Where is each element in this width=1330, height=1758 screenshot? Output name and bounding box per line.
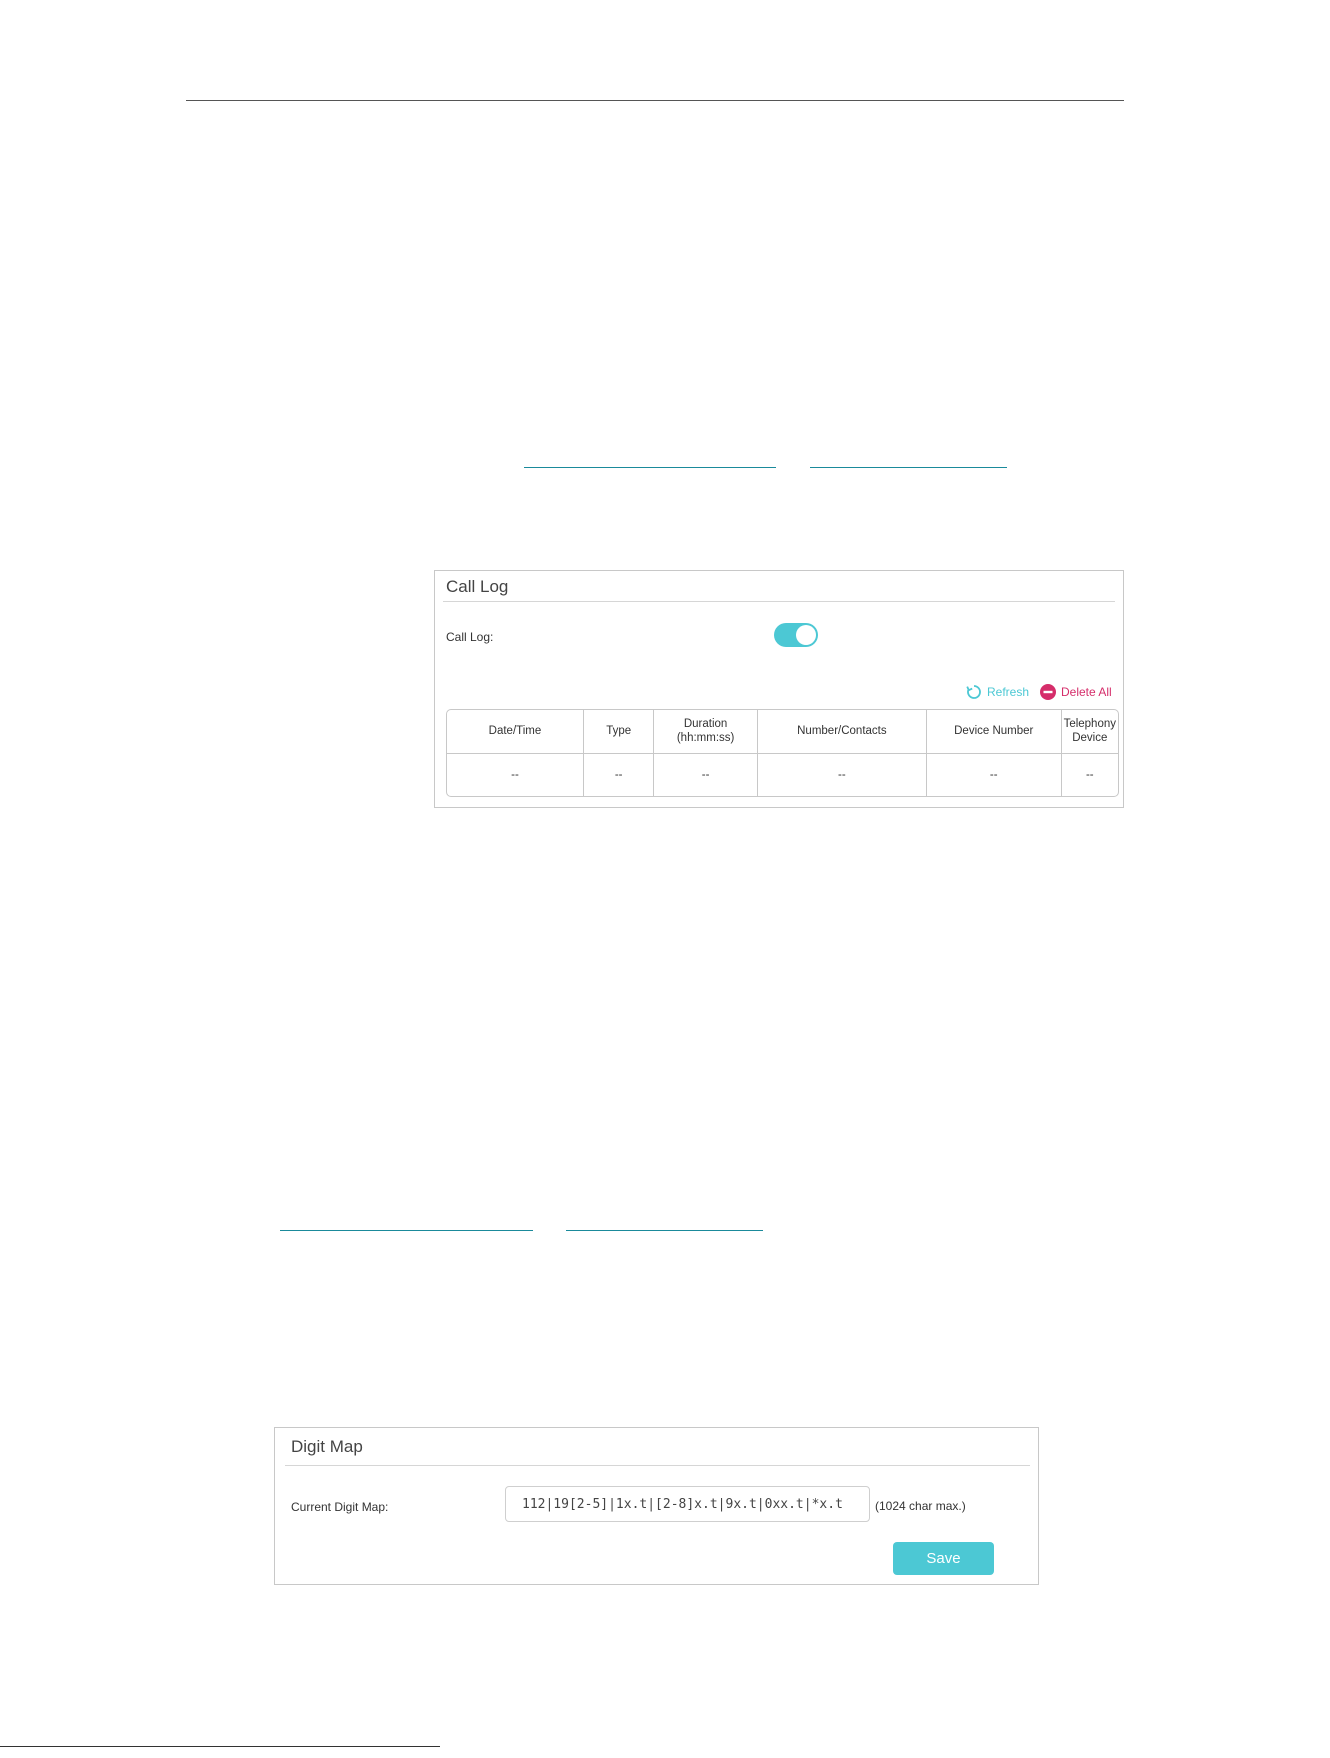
call-log-toggle[interactable]	[774, 623, 818, 647]
save-button[interactable]: Save	[893, 1542, 994, 1575]
link-underline[interactable]	[524, 467, 776, 468]
column-header: Date/Time	[447, 710, 584, 754]
delete-all-label: Delete All	[1061, 685, 1112, 699]
minus-circle-icon	[1040, 684, 1056, 700]
column-header: Duration (hh:mm:ss)	[653, 710, 758, 754]
call-log-toggle-label: Call Log:	[446, 630, 494, 644]
table-cell: --	[447, 753, 584, 796]
column-header: Device Number	[926, 710, 1062, 754]
call-log-table: Date/Time Type Duration (hh:mm:ss) Numbe…	[446, 709, 1119, 797]
panel-divider	[285, 1465, 1030, 1466]
table-cell: --	[1085, 768, 1094, 781]
link-underline[interactable]	[810, 467, 1007, 468]
delete-all-button[interactable]: Delete All	[1039, 683, 1112, 701]
refresh-label: Refresh	[987, 685, 1030, 699]
footer-rule	[0, 1746, 440, 1747]
table-cell: --	[653, 753, 758, 796]
digit-map-panel: Digit Map Current Digit Map: (1024 char …	[274, 1427, 1039, 1585]
panel-divider	[443, 601, 1115, 602]
panel-title: Digit Map	[291, 1437, 363, 1456]
digit-map-label: Current Digit Map:	[291, 1500, 389, 1514]
table-cell: --	[926, 753, 1062, 796]
column-header: Telephony Device	[1061, 710, 1118, 754]
link-underline[interactable]	[280, 1230, 533, 1231]
column-header: Type	[583, 710, 655, 754]
link-underline[interactable]	[566, 1230, 763, 1231]
table-cell: --	[583, 753, 655, 796]
panel-title: Call Log	[446, 577, 509, 596]
column-header: Number/Contacts	[757, 710, 927, 754]
toggle-knob	[796, 625, 816, 645]
char-limit-hint: (1024 char max.)	[875, 1499, 966, 1513]
refresh-icon	[966, 685, 981, 699]
refresh-button[interactable]: Refresh	[965, 683, 1029, 701]
table-header-row: Date/Time Type Duration (hh:mm:ss) Numbe…	[447, 710, 1118, 754]
call-log-panel: Call Log Call Log: Refresh Delete All Da…	[434, 570, 1124, 808]
digit-map-input[interactable]	[505, 1486, 870, 1522]
table-cell: --	[757, 753, 927, 796]
header-rule	[186, 100, 1124, 101]
table-row: -- -- -- -- -- --	[447, 753, 1118, 796]
